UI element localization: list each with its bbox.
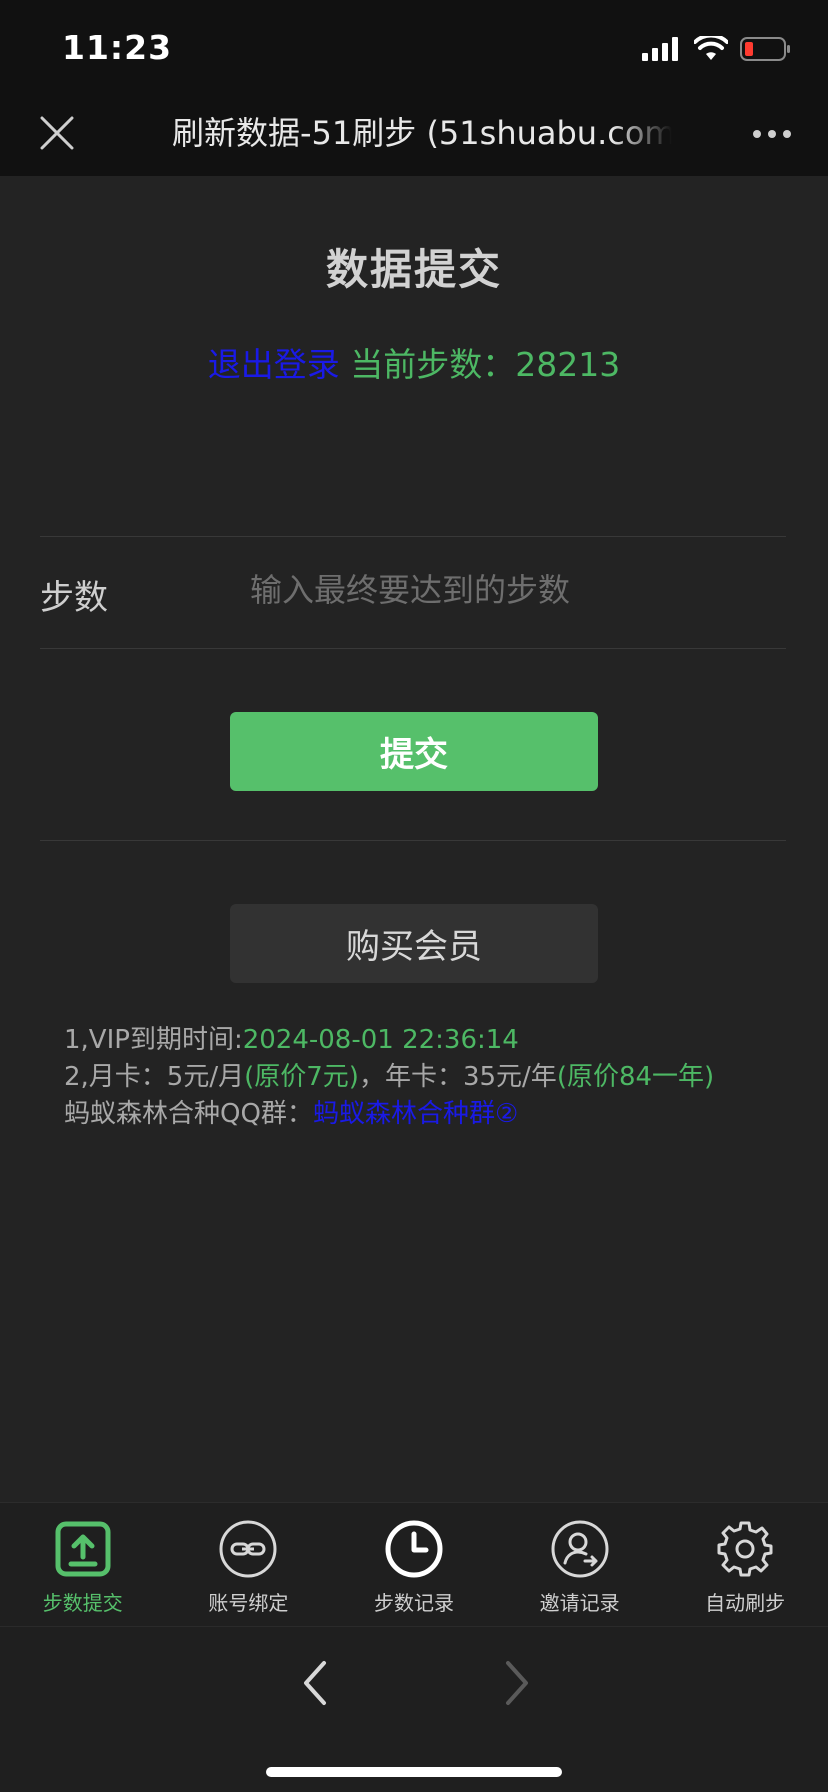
divider [40, 648, 786, 649]
yearly-original-price: (原价84一年) [556, 1062, 715, 1092]
steps-summary: 退出登录 当前步数：28213 [0, 338, 828, 386]
logout-link[interactable]: 退出登录 [208, 345, 340, 384]
vip-expiry-line: 1,VIP到期时间:2024-08-01 22:36:14 [64, 1022, 754, 1059]
tab-label: 步数记录 [373, 1591, 454, 1615]
home-indicator [266, 1767, 562, 1777]
back-arrow-icon[interactable] [296, 1657, 336, 1709]
status-icons [642, 36, 792, 62]
vip-expiry-label: 1,VIP到期时间: [64, 1025, 243, 1055]
more-icon[interactable] [752, 124, 792, 144]
qq-group-link[interactable]: 蚂蚁森林合种群② [313, 1099, 518, 1129]
vip-expiry-value: 2024-08-01 22:36:14 [242, 1025, 519, 1055]
info-block: 1,VIP到期时间:2024-08-01 22:36:14 2,月卡：5元/月(… [64, 1022, 754, 1133]
monthly-price: 2,月卡：5元/月 [64, 1062, 245, 1092]
tab-label: 自动刷步 [705, 1591, 786, 1615]
monthly-original-price: (原价7元) [244, 1062, 359, 1092]
yearly-price: ，年卡：35元/年 [358, 1062, 557, 1092]
gear-icon [717, 1521, 773, 1577]
current-steps-label: 当前步数： [350, 345, 516, 384]
divider [40, 536, 786, 537]
tab-account-binding[interactable]: 账号绑定 [166, 1503, 332, 1626]
status-time: 11:23 [62, 28, 173, 67]
submit-button[interactable]: 提交 [230, 712, 598, 791]
nav-bar: 刷新数据-51刷步 (51shuabu.com) [0, 94, 828, 176]
wifi-icon [694, 36, 728, 60]
tab-bar: 步数提交 账号绑定 步数记录 邀请记录 自动刷步 [0, 1502, 828, 1626]
buy-member-button[interactable]: 购买会员 [230, 904, 598, 983]
page-title: 数据提交 [325, 245, 502, 294]
browser-bottom-bar [0, 1626, 828, 1792]
close-icon[interactable] [36, 112, 78, 154]
invite-user-icon [551, 1520, 609, 1578]
battery-icon [740, 37, 790, 61]
steps-input[interactable] [250, 560, 770, 620]
link-icon [219, 1520, 277, 1578]
tab-step-submit[interactable]: 步数提交 [0, 1503, 166, 1626]
qq-group-line: 蚂蚁森林合种QQ群：蚂蚁森林合种群② [64, 1096, 754, 1133]
tab-step-records[interactable]: 步数记录 [331, 1503, 497, 1626]
clock-icon [385, 1520, 443, 1578]
steps-field-label: 步数 [40, 578, 108, 618]
current-steps-value: 28213 [515, 345, 621, 384]
status-bar: 11:23 [0, 0, 828, 94]
forward-arrow-icon[interactable] [496, 1657, 536, 1709]
tab-label: 步数提交 [42, 1591, 123, 1615]
divider [40, 840, 786, 841]
tab-auto-steps[interactable]: 自动刷步 [662, 1503, 828, 1626]
qq-group-label: 蚂蚁森林合种QQ群： [64, 1099, 313, 1129]
pricing-line: 2,月卡：5元/月(原价7元)，年卡：35元/年(原价84一年) [64, 1059, 754, 1096]
tab-label: 账号绑定 [208, 1591, 289, 1615]
upload-icon [55, 1521, 111, 1577]
cellular-signal-icon [642, 37, 678, 61]
tab-label: 邀请记录 [539, 1591, 620, 1615]
tab-invite-records[interactable]: 邀请记录 [497, 1503, 663, 1626]
page-nav-title: 刷新数据-51刷步 (51shuabu.com) [172, 114, 672, 152]
